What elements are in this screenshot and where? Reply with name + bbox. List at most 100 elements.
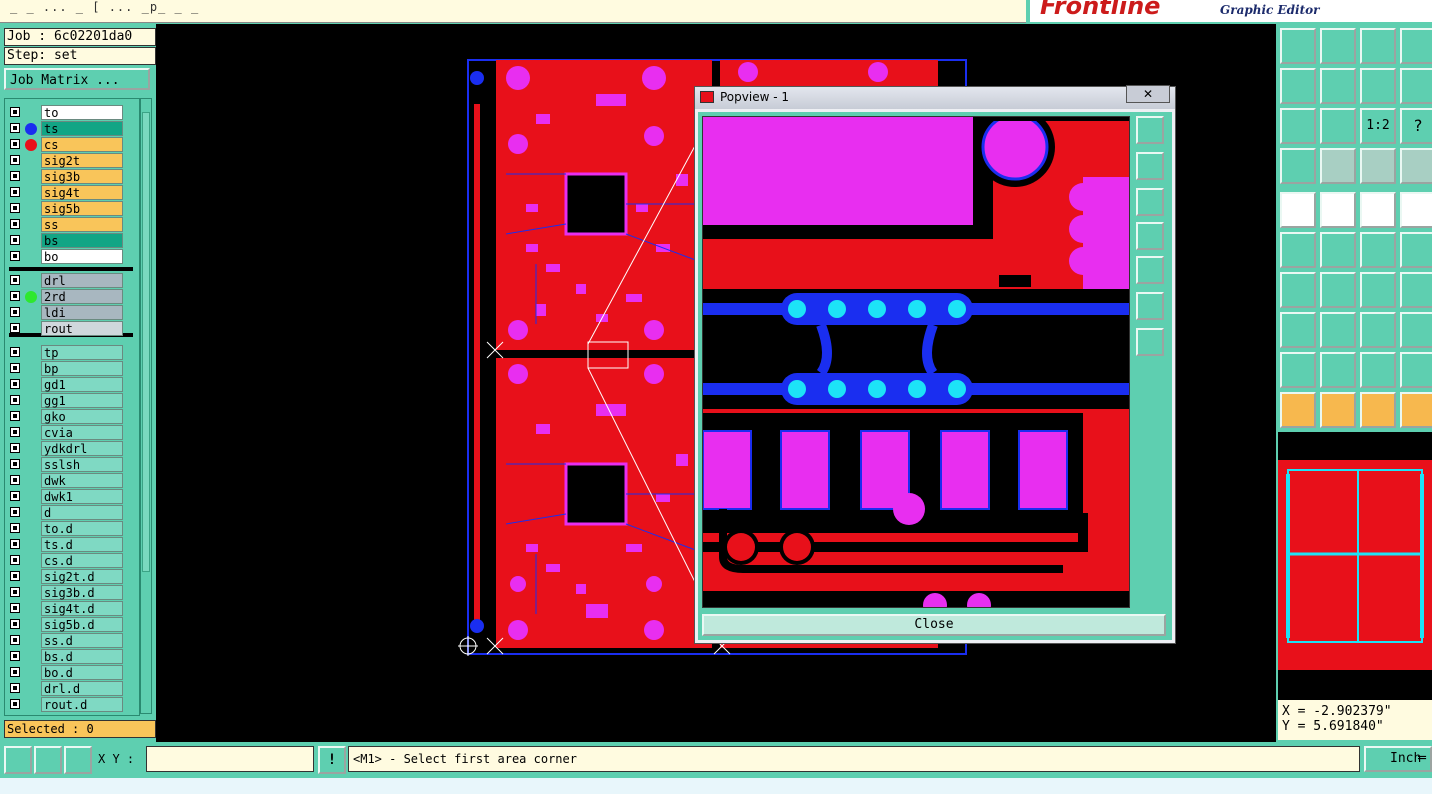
layer-name[interactable]: bs: [41, 233, 123, 248]
layer-checkbox[interactable]: [10, 635, 20, 645]
layer-row[interactable]: to: [5, 105, 139, 121]
circle-icon[interactable]: [1400, 192, 1432, 228]
layer-row[interactable]: rout: [5, 321, 139, 337]
minimap[interactable]: [1278, 460, 1432, 670]
layer-row[interactable]: sig3b.d: [5, 585, 139, 601]
layer-name[interactable]: sslsh: [41, 457, 123, 472]
select-box-icon[interactable]: [1320, 392, 1356, 428]
layer-row[interactable]: ydkdrl: [5, 441, 139, 457]
popview-zoom-out-icon[interactable]: [1136, 292, 1164, 320]
pan-right-icon[interactable]: [1320, 68, 1356, 104]
layer-checkbox[interactable]: [10, 291, 20, 301]
layer-checkbox[interactable]: [10, 555, 20, 565]
layer-row[interactable]: sig5b.d: [5, 617, 139, 633]
layer-name[interactable]: gg1: [41, 393, 123, 408]
move-pad-icon[interactable]: [1360, 232, 1396, 268]
split-line-icon[interactable]: [1320, 312, 1356, 348]
layer-checkbox[interactable]: [10, 347, 20, 357]
redraw-icon[interactable]: [1400, 68, 1432, 104]
layer-name[interactable]: sig5b.d: [41, 617, 123, 632]
layer-row[interactable]: ldi: [5, 305, 139, 321]
add-feature-icon[interactable]: [1280, 312, 1316, 348]
layer-name[interactable]: ldi: [41, 305, 123, 320]
layer-checkbox[interactable]: [10, 235, 20, 245]
popview-zoom-view[interactable]: [702, 116, 1130, 608]
snap-icon[interactable]: [1280, 148, 1316, 184]
draw-line-icon[interactable]: [1280, 272, 1316, 308]
layer-checkbox[interactable]: [10, 427, 20, 437]
layer-row[interactable]: rout.d: [5, 697, 139, 713]
layer-checkbox[interactable]: [10, 699, 20, 709]
select-area-icon[interactable]: [1360, 392, 1396, 428]
delete-connection-icon[interactable]: [1320, 232, 1356, 268]
rotate-icon[interactable]: [1360, 272, 1396, 308]
layer-row[interactable]: sig2t.d: [5, 569, 139, 585]
zoom-in-icon[interactable]: [1320, 108, 1356, 144]
layer-checkbox[interactable]: [10, 507, 20, 517]
layer-row[interactable]: gko: [5, 409, 139, 425]
layer-name[interactable]: gko: [41, 409, 123, 424]
highlight-net-icon[interactable]: [1360, 148, 1396, 184]
layer-name[interactable]: bs.d: [41, 649, 123, 664]
layer-name[interactable]: sig2t.d: [41, 569, 123, 584]
popview-pan-left-icon[interactable]: [1136, 222, 1164, 250]
layer-row[interactable]: ss: [5, 217, 139, 233]
layer-checkbox[interactable]: [10, 275, 20, 285]
connect-icon[interactable]: [1280, 232, 1316, 268]
layer-checkbox[interactable]: [10, 603, 20, 613]
layer-row[interactable]: bs: [5, 233, 139, 249]
layer-checkbox[interactable]: [10, 155, 20, 165]
layer-name[interactable]: rout.d: [41, 697, 123, 712]
xy-input[interactable]: [146, 746, 314, 772]
layer-name[interactable]: 2rd: [41, 289, 123, 304]
layer-name[interactable]: sig2t: [41, 153, 123, 168]
layer-checkbox[interactable]: [10, 123, 20, 133]
layer-checkbox[interactable]: [10, 139, 20, 149]
layer-checkbox[interactable]: [10, 251, 20, 261]
layer-checkbox[interactable]: [10, 651, 20, 661]
add-pad-icon[interactable]: [1280, 192, 1316, 228]
layer-name[interactable]: cs.d: [41, 553, 123, 568]
layer-name[interactable]: to.d: [41, 521, 123, 536]
layer-row[interactable]: ss.d: [5, 633, 139, 649]
layer-row[interactable]: dwk: [5, 473, 139, 489]
layer-checkbox[interactable]: [10, 459, 20, 469]
layer-name[interactable]: ydkdrl: [41, 441, 123, 456]
layer-checkbox[interactable]: [10, 587, 20, 597]
layer-name[interactable]: to: [41, 105, 123, 120]
layer-name[interactable]: sig5b: [41, 201, 123, 216]
arc-edit-icon[interactable]: [1400, 352, 1432, 388]
layer-name[interactable]: dwk: [41, 473, 123, 488]
scale-1-2-icon[interactable]: 1:2: [1360, 108, 1396, 144]
pan-down-icon[interactable]: [1320, 28, 1356, 64]
popview-pan-up-icon[interactable]: [1136, 152, 1164, 180]
layer-checkbox[interactable]: [10, 107, 20, 117]
popview-pan-right-icon[interactable]: [1136, 256, 1164, 284]
snap-angle-icon[interactable]: [34, 746, 62, 774]
layer-name[interactable]: cvia: [41, 425, 123, 440]
layer-checkbox[interactable]: [10, 571, 20, 581]
layer-checkbox[interactable]: [10, 203, 20, 213]
job-matrix-button[interactable]: Job Matrix ...: [4, 68, 150, 90]
popview-zoom-in-icon[interactable]: [1136, 116, 1164, 144]
layer-row[interactable]: sslsh: [5, 457, 139, 473]
layer-name[interactable]: ss: [41, 217, 123, 232]
layer-row[interactable]: sig4t: [5, 185, 139, 201]
move-pad-alt-icon[interactable]: [1400, 232, 1432, 268]
layer-name[interactable]: sig4t.d: [41, 601, 123, 616]
arc-icon[interactable]: [1320, 352, 1356, 388]
popview-fit-icon[interactable]: [1136, 328, 1164, 356]
popview-close-button[interactable]: Close: [702, 614, 1166, 636]
ruler-icon[interactable]: [1360, 192, 1396, 228]
layer-checkbox[interactable]: [10, 443, 20, 453]
layer-name[interactable]: bo.d: [41, 665, 123, 680]
layer-row[interactable]: ts.d: [5, 537, 139, 553]
net-select-icon[interactable]: [1400, 148, 1432, 184]
shape-icon[interactable]: [1400, 312, 1432, 348]
layer-row[interactable]: to.d: [5, 521, 139, 537]
popview-pan-down-icon[interactable]: [1136, 188, 1164, 216]
help-icon[interactable]: ?: [1400, 108, 1432, 144]
layer-row[interactable]: dwk1: [5, 489, 139, 505]
grid-icon[interactable]: [1320, 148, 1356, 184]
layer-checkbox[interactable]: [10, 219, 20, 229]
